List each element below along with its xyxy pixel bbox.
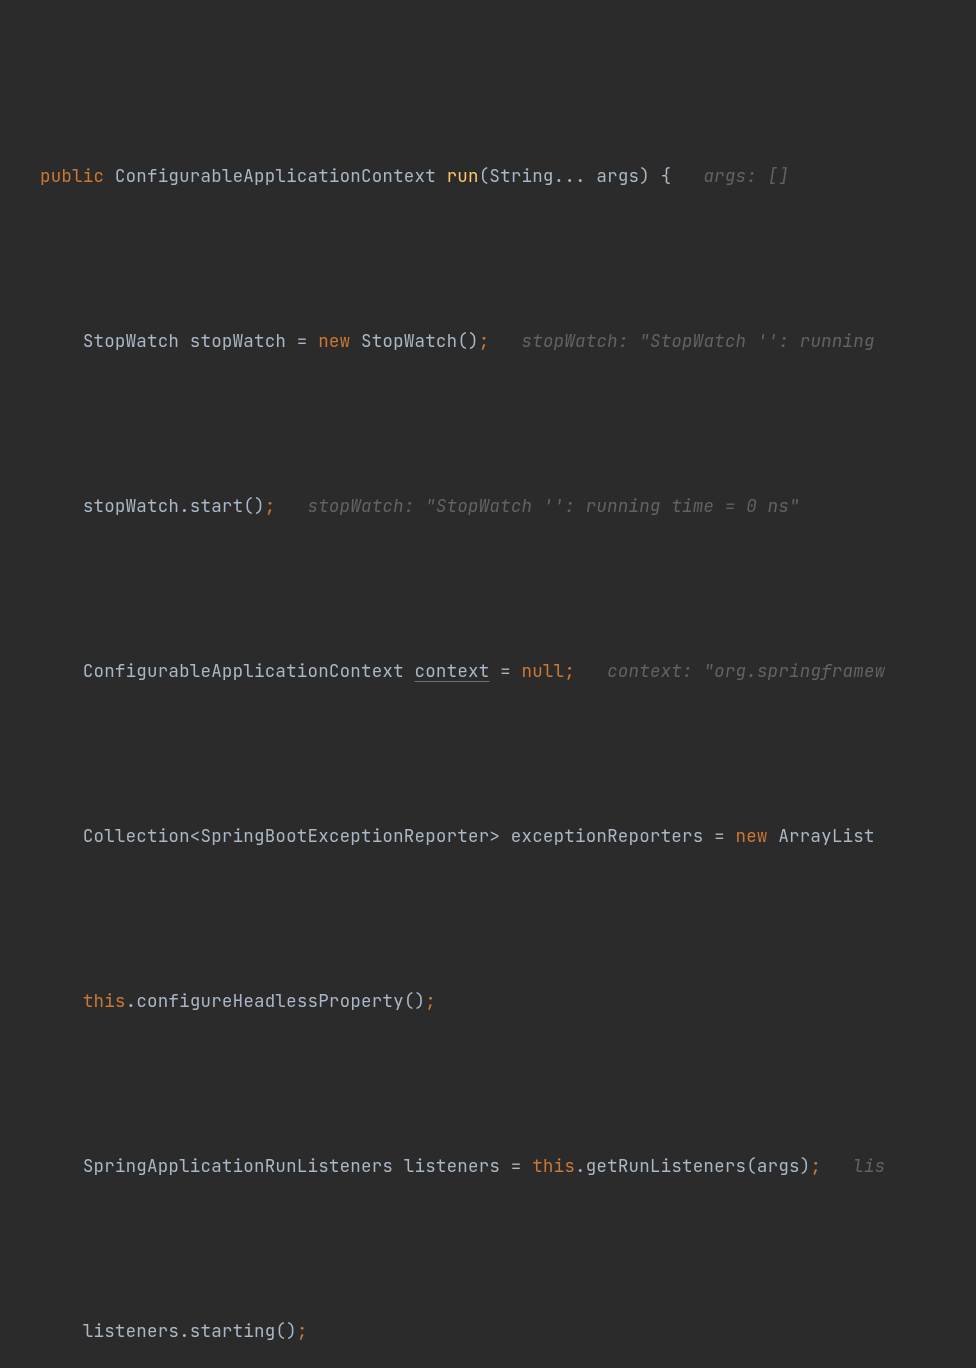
keyword-null: null [522,660,565,683]
code-text: StopWatch stopWatch = [83,330,318,353]
semicolon: ; [564,660,575,683]
code-editor[interactable]: public ConfigurableApplicationContext ru… [0,0,976,1368]
code-line[interactable]: StopWatch stopWatch = new StopWatch(); s… [0,325,976,358]
keyword-this: this [532,1155,575,1178]
inline-hint: stopWatch: "StopWatch '': running time =… [308,495,800,518]
code-text: Collection<SpringBootExceptionReporter> … [83,825,736,848]
code-text: listeners.starting() [83,1320,297,1343]
code-text: StopWatch() [350,330,478,353]
code-line[interactable]: public ConfigurableApplicationContext ru… [0,160,976,193]
inline-hint: context: "org.springframew [607,660,885,683]
inline-hint: stopWatch: "StopWatch '': running [522,330,875,353]
code-text: .configureHeadlessProperty() [126,990,426,1013]
keyword-new: new [318,330,350,353]
code-line[interactable]: ConfigurableApplicationContext context =… [0,655,976,688]
keyword-this: this [83,990,126,1013]
code-text: ArrayList [768,825,875,848]
code-line[interactable]: listeners.starting(); [0,1315,976,1348]
inline-hint: lis [853,1155,885,1178]
return-type: ConfigurableApplicationContext [115,165,436,188]
code-line[interactable]: SpringApplicationRunListeners listeners … [0,1150,976,1183]
code-line[interactable]: stopWatch.start(); stopWatch: "StopWatch… [0,490,976,523]
code-text: SpringApplicationRunListeners listeners … [83,1155,532,1178]
semicolon: ; [810,1155,821,1178]
semicolon: ; [479,330,490,353]
code-text: = [489,660,521,683]
variable-context: context [415,660,490,683]
keyword-new: new [736,825,768,848]
semicolon: ; [297,1320,308,1343]
keyword-public: public [40,165,104,188]
semicolon: ; [265,495,276,518]
code-line[interactable]: Collection<SpringBootExceptionReporter> … [0,820,976,853]
code-text: .getRunListeners(args) [575,1155,810,1178]
inline-hint: args: [] [703,165,789,188]
code-text: ConfigurableApplicationContext [83,660,415,683]
code-text: stopWatch.start() [83,495,265,518]
params: (String... args) { [479,165,672,188]
method-name: run [447,165,479,188]
semicolon: ; [425,990,436,1013]
code-line[interactable]: this.configureHeadlessProperty(); [0,985,976,1018]
